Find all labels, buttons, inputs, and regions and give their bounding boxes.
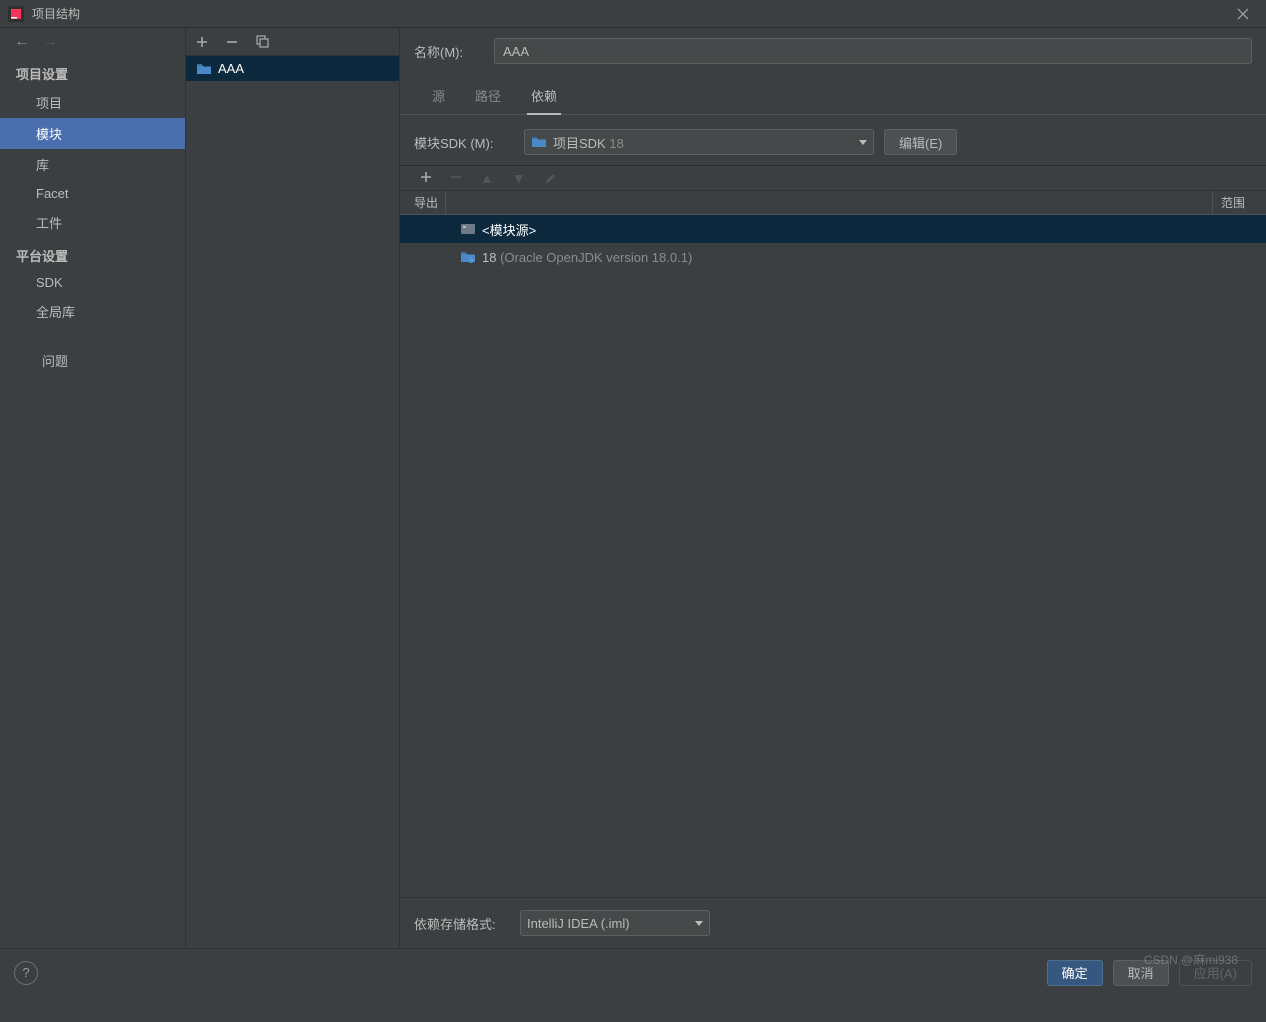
tab-sources[interactable]: 源 [428, 86, 449, 114]
forward-button: → [42, 33, 58, 51]
chevron-down-icon [859, 140, 867, 145]
sdk-icon [460, 250, 476, 264]
edit-sdk-button[interactable]: 编辑(E) [884, 129, 957, 155]
sidebar-item-project[interactable]: 项目 [0, 87, 185, 118]
add-module-button[interactable] [196, 36, 208, 48]
dependency-label: 18 (Oracle OpenJDK version 18.0.1) [482, 250, 692, 265]
sdk-hint: 18 [606, 136, 624, 151]
sidebar-item-artifacts[interactable]: 工件 [0, 207, 185, 238]
title-bar: 项目结构 [0, 0, 1266, 28]
column-scope: 范围 [1212, 191, 1266, 214]
back-button[interactable]: ← [14, 33, 30, 51]
name-label: 名称(M): [414, 42, 482, 61]
sidebar-item-libraries[interactable]: 库 [0, 149, 185, 180]
dependency-format-combo[interactable]: IntelliJ IDEA (.iml) [520, 910, 710, 936]
settings-sidebar: ← → 项目设置 项目 模块 库 Facet 工件 平台设置 SDK 全局库 问… [0, 28, 186, 948]
copy-module-button[interactable] [256, 35, 269, 48]
ok-button[interactable]: 确定 [1047, 960, 1103, 986]
cancel-button[interactable]: 取消 [1113, 960, 1169, 986]
sidebar-item-modules[interactable]: 模块 [0, 118, 185, 149]
module-item[interactable]: AAA [186, 56, 399, 81]
column-export: 导出 [400, 191, 446, 214]
sidebar-item-sdk[interactable]: SDK [0, 269, 185, 296]
section-header-platform-settings: 平台设置 [0, 238, 185, 269]
folder-icon [196, 62, 212, 76]
help-button[interactable]: ? [14, 961, 38, 985]
module-tabs: 源 路径 依赖 [400, 68, 1266, 115]
tab-paths[interactable]: 路径 [471, 86, 505, 114]
app-icon [8, 6, 24, 22]
move-up-button: ▲ [480, 170, 494, 186]
sdk-value: 项目SDK [553, 136, 606, 151]
sidebar-item-facet[interactable]: Facet [0, 180, 185, 207]
chevron-down-icon [695, 921, 703, 926]
move-down-button: ▼ [512, 170, 526, 186]
format-value: IntelliJ IDEA (.iml) [527, 916, 630, 931]
module-name-input[interactable] [494, 38, 1252, 64]
module-sdk-label: 模块SDK (M): [414, 133, 514, 152]
dialog-button-bar: ? 确定 取消 应用(A) [0, 948, 1266, 996]
add-dependency-button[interactable] [420, 170, 432, 186]
apply-button: 应用(A) [1179, 960, 1252, 986]
module-sdk-combo[interactable]: 项目SDK 18 [524, 129, 874, 155]
folder-icon [531, 135, 547, 149]
dependency-format-label: 依赖存储格式: [414, 914, 510, 933]
edit-dependency-button [544, 170, 556, 186]
dependencies-table-header: 导出 范围 [400, 191, 1266, 215]
remove-dependency-button [450, 170, 462, 186]
module-list-panel: AAA [186, 28, 400, 948]
dependency-label: <模块源> [482, 220, 536, 239]
window-title: 项目结构 [32, 5, 1228, 22]
sidebar-item-problems[interactable]: 问题 [0, 345, 185, 376]
section-header-project-settings: 项目设置 [0, 56, 185, 87]
table-row[interactable]: 18 (Oracle OpenJDK version 18.0.1) [400, 243, 1266, 271]
module-source-icon [460, 222, 476, 236]
sidebar-item-global-libraries[interactable]: 全局库 [0, 296, 185, 327]
remove-module-button[interactable] [226, 36, 238, 48]
module-detail-panel: 名称(M): 源 路径 依赖 模块SDK (M): 项目SDK 18 编辑(E) [400, 28, 1266, 948]
dependencies-table: <模块源> 18 (Oracle OpenJDK version 18.0.1) [400, 215, 1266, 897]
table-row[interactable]: <模块源> [400, 215, 1266, 243]
module-item-label: AAA [218, 61, 244, 76]
tab-dependencies[interactable]: 依赖 [527, 86, 561, 115]
close-button[interactable] [1228, 0, 1258, 28]
